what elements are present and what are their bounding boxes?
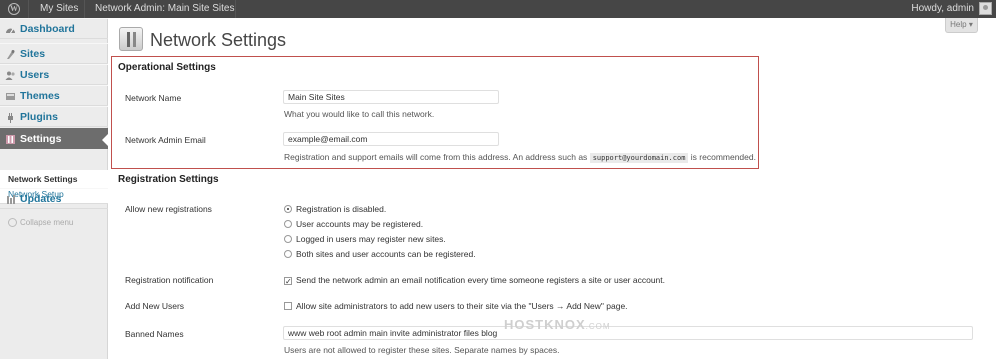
- network-name-description: What you would like to call this network…: [284, 109, 435, 119]
- checkbox-unchecked[interactable]: [284, 302, 292, 310]
- plugins-icon: [8, 113, 13, 123]
- dashboard-icon: [6, 28, 15, 34]
- registration-option-label: Logged in users may register new sites.: [296, 234, 446, 244]
- sidebar-item-label: Plugins: [20, 111, 58, 123]
- sidebar-item-dashboard[interactable]: Dashboard: [0, 18, 108, 39]
- radio-unselected[interactable]: [284, 220, 292, 228]
- settings-page-icon: [119, 27, 143, 51]
- updates-icon: [7, 195, 15, 204]
- admin-email-desc-code: support@yourdomain.com: [589, 153, 689, 163]
- admin-email-desc-suffix: is recommended.: [690, 152, 756, 162]
- registration-option-label: User accounts may be registered.: [296, 219, 424, 229]
- banned-names-input[interactable]: [283, 326, 973, 340]
- registration-notification-option[interactable]: ✓ Send the network admin an email notific…: [284, 275, 665, 286]
- page-title: Network Settings: [150, 30, 287, 50]
- sidebar-item-themes[interactable]: Themes: [0, 85, 108, 106]
- registration-option[interactable]: Both sites and user accounts can be regi…: [284, 249, 476, 259]
- banned-names-label: Banned Names: [125, 329, 184, 339]
- admin-sidebar: Dashboard Sites Users Themes Plugins Set…: [0, 18, 109, 359]
- sites-icon: [7, 50, 15, 59]
- network-name-label: Network Name: [125, 93, 182, 103]
- banned-names-description: Users are not allowed to register these …: [284, 345, 560, 355]
- themes-icon: [6, 93, 15, 100]
- registration-option[interactable]: Logged in users may register new sites.: [284, 234, 446, 244]
- allow-registrations-label: Allow new registrations: [125, 204, 212, 214]
- add-new-users-label: Add New Users: [125, 301, 185, 311]
- network-name-input[interactable]: [283, 90, 499, 104]
- watermark-text: HOSTKNOX: [504, 317, 586, 332]
- sidebar-item-updates[interactable]: Updates: [0, 188, 108, 209]
- registration-option[interactable]: User accounts may be registered.: [284, 219, 423, 229]
- add-users-text: Allow site administrators to add new use…: [296, 301, 628, 311]
- hostknox-watermark: HOSTKNOX.COM: [504, 317, 611, 332]
- registration-option[interactable]: Registration is disabled.: [284, 204, 386, 214]
- collapse-icon: [8, 218, 17, 228]
- radio-selected[interactable]: [284, 205, 292, 213]
- operational-settings-heading: Operational Settings: [118, 62, 216, 73]
- help-button[interactable]: Help ▾: [945, 18, 978, 33]
- avatar[interactable]: [979, 2, 992, 15]
- divider: [28, 0, 29, 18]
- sidebar-item-settings[interactable]: Settings: [0, 128, 109, 149]
- watermark-suffix: .COM: [585, 322, 611, 331]
- main-content: Network Settings Help ▾ Operational Sett…: [109, 18, 996, 359]
- users-icon: [5, 71, 15, 80]
- submenu-network-settings[interactable]: Network Settings: [8, 174, 77, 184]
- add-new-users-option[interactable]: Allow site administrators to add new use…: [284, 301, 628, 311]
- radio-unselected[interactable]: [284, 235, 292, 243]
- sidebar-item-label: Settings: [20, 133, 62, 145]
- registration-settings-heading: Registration Settings: [118, 174, 219, 185]
- sidebar-item-label: Themes: [20, 90, 60, 102]
- collapse-menu-label: Collapse menu: [20, 218, 74, 227]
- sidebar-item-label: Users: [20, 69, 50, 81]
- wordpress-logo-icon[interactable]: W: [8, 3, 20, 15]
- admin-bar: W My Sites Network Admin: Main Site Site…: [0, 0, 996, 18]
- sidebar-item-label: Dashboard: [20, 23, 75, 35]
- admin-email-description: Registration and support emails will com…: [284, 152, 756, 163]
- admin-email-label: Network Admin Email: [125, 135, 206, 145]
- notification-text: Send the network admin an email notifica…: [296, 275, 665, 285]
- sidebar-item-sites[interactable]: Sites: [0, 43, 108, 64]
- registration-option-label: Both sites and user accounts can be regi…: [296, 249, 476, 259]
- divider: [84, 0, 85, 18]
- checkbox-checked[interactable]: ✓: [284, 277, 292, 286]
- settings-icon: [6, 135, 15, 144]
- collapse-menu-button[interactable]: Collapse menu: [8, 218, 74, 228]
- my-sites-link[interactable]: My Sites: [40, 3, 78, 14]
- sidebar-item-label: Sites: [20, 48, 46, 60]
- divider: [235, 0, 236, 18]
- admin-email-input[interactable]: [283, 132, 499, 146]
- sidebar-item-users[interactable]: Users: [0, 64, 108, 85]
- admin-email-desc-text: Registration and support emails will com…: [284, 152, 588, 162]
- network-admin-link[interactable]: Network Admin: Main Site Sites: [95, 3, 235, 14]
- sidebar-item-label: Updates: [20, 193, 62, 205]
- radio-unselected[interactable]: [284, 250, 292, 258]
- sidebar-item-plugins[interactable]: Plugins: [0, 106, 108, 127]
- registration-notification-label: Registration notification: [125, 275, 214, 285]
- howdy-admin-link[interactable]: Howdy, admin: [911, 3, 974, 14]
- registration-option-label: Registration is disabled.: [296, 204, 387, 214]
